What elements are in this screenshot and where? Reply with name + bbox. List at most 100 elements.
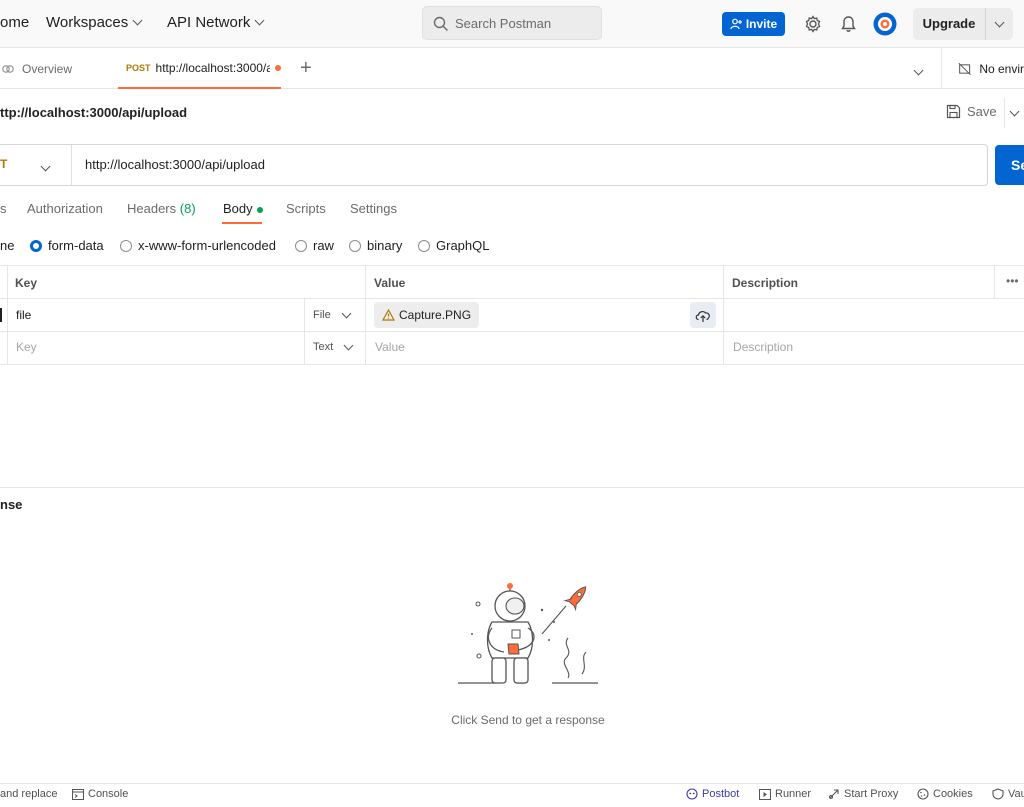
new-type-select[interactable]: Text <box>313 340 354 353</box>
body-type-binary-label: binary <box>367 238 403 253</box>
upgrade-dropdown[interactable] <box>986 17 1013 27</box>
search-icon <box>433 16 448 31</box>
radio-icon <box>120 239 132 252</box>
body-type-binary[interactable]: binary <box>349 238 402 253</box>
search-input[interactable]: Search Postman <box>422 6 602 40</box>
avatar[interactable] <box>873 12 897 39</box>
column-divider <box>994 265 995 298</box>
console-icon <box>72 788 84 800</box>
nav-workspaces[interactable]: Workspaces <box>46 14 143 31</box>
tab-body-label: Body <box>223 201 253 216</box>
body-type-graphql-label: GraphQL <box>436 238 490 253</box>
environment-label: No envir <box>979 61 1024 76</box>
vault-icon <box>992 788 1004 800</box>
runner-icon <box>759 788 771 800</box>
find-replace-button[interactable]: and replace <box>0 788 58 800</box>
console-button[interactable]: Console <box>72 788 128 800</box>
tab-overview[interactable]: Overview <box>0 48 113 89</box>
new-value-input[interactable]: Value <box>375 340 405 354</box>
file-name: Capture.PNG <box>399 308 472 322</box>
more-options-icon[interactable]: ••• <box>1006 274 1019 288</box>
nav-home[interactable]: ome <box>0 14 29 31</box>
vault-button[interactable]: Vau <box>992 788 1024 800</box>
file-chip[interactable]: Capture.PNG <box>374 302 480 328</box>
row-checkbox[interactable] <box>0 308 2 322</box>
environment-selector[interactable]: No envir <box>941 48 1024 89</box>
response-divider[interactable] <box>0 487 1024 488</box>
send-button[interactable]: Se <box>995 145 1024 185</box>
settings-button[interactable] <box>804 15 822 36</box>
proxy-icon <box>829 789 839 799</box>
tab-settings[interactable]: Settings <box>350 201 397 216</box>
start-proxy-label: Start Proxy <box>844 788 899 800</box>
method-dropdown[interactable] <box>40 158 51 173</box>
body-type-form-data[interactable]: form-data <box>30 238 104 253</box>
cookies-button[interactable]: Cookies <box>917 788 973 800</box>
avatar-icon <box>873 12 897 36</box>
save-dropdown[interactable] <box>1004 98 1024 128</box>
chevron-down-icon <box>40 161 51 172</box>
tab-params[interactable]: s <box>0 201 7 216</box>
tab-request-upload[interactable]: POST http://localhost:3000/a <box>118 48 281 89</box>
save-button[interactable]: Save <box>946 104 997 119</box>
body-active-dot <box>256 206 263 213</box>
body-type-urlencoded[interactable]: x-www-form-urlencoded <box>120 238 276 253</box>
upload-file-button[interactable] <box>690 302 716 328</box>
bell-icon <box>841 16 856 32</box>
nav-api-network[interactable]: API Network <box>167 14 265 31</box>
cookie-icon <box>917 788 929 800</box>
row-type-label: File <box>313 309 331 321</box>
body-type-none-label: ne <box>0 238 15 253</box>
body-type-graphql[interactable]: GraphQL <box>418 238 489 253</box>
body-type-none[interactable]: ne <box>0 238 14 253</box>
row-type-select[interactable]: File <box>313 308 352 321</box>
url-input[interactable]: http://localhost:3000/api/upload <box>85 157 265 172</box>
new-key-input[interactable]: Key <box>16 340 37 354</box>
new-tab-button[interactable]: + <box>300 57 312 80</box>
row-key-input[interactable]: file <box>16 308 31 322</box>
new-type-label: Text <box>313 341 334 353</box>
upgrade-label: Upgrade <box>913 8 986 40</box>
column-divider <box>7 265 8 365</box>
tab-headers[interactable]: Headers (8) <box>127 201 196 216</box>
column-divider <box>365 265 366 365</box>
body-type-raw-label: raw <box>313 238 334 253</box>
table-border <box>0 364 1024 365</box>
tabs-dropdown[interactable] <box>913 62 924 77</box>
nav-workspaces-label: Workspaces <box>46 14 129 31</box>
upgrade-button[interactable]: Upgrade <box>913 8 1013 40</box>
new-description-input[interactable]: Description <box>733 340 793 354</box>
chevron-down-icon <box>254 15 265 26</box>
invite-button[interactable]: Invite <box>722 12 785 36</box>
tab-authorization[interactable]: Authorization <box>27 201 103 216</box>
chevron-down-icon <box>1009 106 1020 116</box>
cloud-upload-icon <box>695 310 710 322</box>
gear-icon <box>805 15 821 33</box>
chevron-down-icon <box>913 65 924 76</box>
tab-body[interactable]: Body <box>223 201 263 216</box>
request-title[interactable]: ttp://localhost:3000/api/upload <box>0 105 187 120</box>
radio-icon <box>418 239 430 252</box>
tab-scripts[interactable]: Scripts <box>286 201 326 216</box>
column-header-value: Value <box>374 276 406 290</box>
body-type-raw[interactable]: raw <box>295 238 334 253</box>
table-border <box>0 331 1024 332</box>
runner-label: Runner <box>775 788 812 800</box>
postbot-button[interactable]: Postbot <box>686 788 739 800</box>
method-selector[interactable]: T <box>0 157 7 171</box>
chevron-down-icon <box>994 17 1005 27</box>
warning-icon <box>382 309 395 321</box>
chevron-down-icon <box>132 15 143 26</box>
body-type-form-data-label: form-data <box>48 238 104 253</box>
table-border <box>0 298 1024 299</box>
radio-icon <box>295 239 307 252</box>
start-proxy-button[interactable]: Start Proxy <box>828 788 898 800</box>
add-user-icon <box>730 18 742 30</box>
nav-home-label: ome <box>0 14 30 31</box>
tab-headers-label: Headers <box>127 201 177 216</box>
console-label: Console <box>88 788 129 800</box>
postbot-icon <box>686 788 698 800</box>
runner-button[interactable]: Runner <box>759 788 811 800</box>
notifications-button[interactable] <box>840 15 857 36</box>
vault-label: Vau <box>1008 788 1024 800</box>
